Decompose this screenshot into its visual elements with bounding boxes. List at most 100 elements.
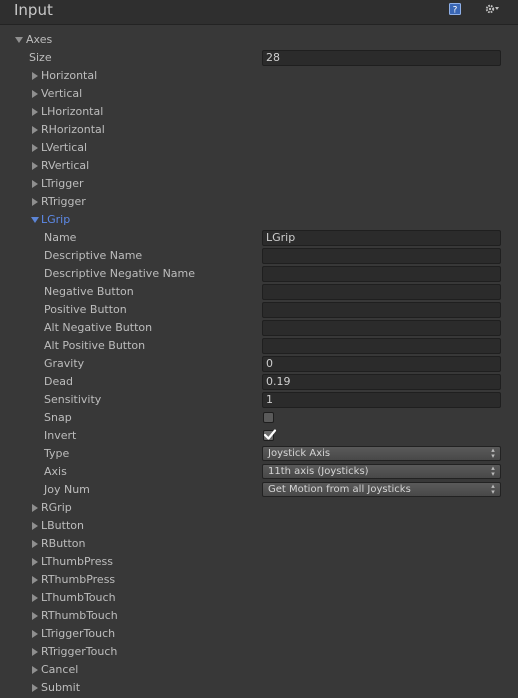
collapsed-arrow-icon xyxy=(32,108,38,116)
axis-item-rtriggertouch[interactable]: RTriggerTouch xyxy=(0,643,518,661)
type-dropdown[interactable]: Joystick Axis ▴ ▾ xyxy=(262,446,501,461)
joy-num-dropdown-value: Get Motion from all Joysticks xyxy=(268,484,411,495)
positive-button-row: Positive Button xyxy=(0,301,518,319)
snap-label: Snap xyxy=(44,411,72,424)
snap-row: Snap xyxy=(0,409,518,427)
axis-item-label: LHorizontal xyxy=(41,105,104,118)
axis-item-rthumbpress[interactable]: RThumbPress xyxy=(0,571,518,589)
window-title: Input xyxy=(14,1,53,19)
checkmark-icon xyxy=(263,429,277,440)
type-dropdown-value: Joystick Axis xyxy=(268,448,331,459)
positive-button-field[interactable] xyxy=(262,302,501,318)
type-label: Type xyxy=(44,447,70,460)
collapsed-arrow-icon xyxy=(32,540,38,548)
axis-item-ltrigger[interactable]: LTrigger xyxy=(0,175,518,193)
axis-item-label: RButton xyxy=(41,537,86,550)
invert-checkbox[interactable] xyxy=(263,429,277,441)
alt-negative-button-label: Alt Negative Button xyxy=(44,321,153,334)
collapsed-arrow-icon xyxy=(32,180,38,188)
axis-item-rtrigger[interactable]: RTrigger xyxy=(0,193,518,211)
axis-item-lvertical[interactable]: LVertical xyxy=(0,139,518,157)
axis-item-label: RVertical xyxy=(41,159,90,172)
collapsed-arrow-icon xyxy=(32,648,38,656)
axis-item-lthumbpress[interactable]: LThumbPress xyxy=(0,553,518,571)
axis-dropdown[interactable]: 11th axis (Joysticks) ▴ ▾ xyxy=(262,464,501,479)
size-row: Size 28 xyxy=(0,49,518,67)
type-row: Type Joystick Axis ▴ ▾ xyxy=(0,445,518,463)
alt-negative-button-row: Alt Negative Button xyxy=(0,319,518,337)
axis-item-lthumbtouch[interactable]: LThumbTouch xyxy=(0,589,518,607)
sensitivity-row: Sensitivity 1 xyxy=(0,391,518,409)
axis-label: Axis xyxy=(44,465,67,478)
axis-item-label: RThumbTouch xyxy=(41,609,118,622)
negative-button-label: Negative Button xyxy=(44,285,134,298)
name-field[interactable]: LGrip xyxy=(262,230,501,246)
name-label: Name xyxy=(44,231,77,244)
axis-item-lhorizontal[interactable]: LHorizontal xyxy=(0,103,518,121)
dead-row: Dead 0.19 xyxy=(0,373,518,391)
collapsed-arrow-icon xyxy=(32,198,38,206)
invert-label: Invert xyxy=(44,429,77,442)
axis-item-label: Vertical xyxy=(41,87,83,100)
collapsed-arrow-icon xyxy=(32,576,38,584)
axis-dropdown-value: 11th axis (Joysticks) xyxy=(268,466,369,477)
descriptive-negative-name-field[interactable] xyxy=(262,266,501,282)
axis-item-cancel[interactable]: Cancel xyxy=(0,661,518,679)
collapsed-arrow-icon xyxy=(32,522,38,530)
alt-negative-button-field[interactable] xyxy=(262,320,501,336)
name-row: Name LGrip xyxy=(0,229,518,247)
help-icon[interactable]: ? xyxy=(449,3,461,15)
axis-item-rvertical[interactable]: RVertical xyxy=(0,157,518,175)
collapsed-arrow-icon xyxy=(32,144,38,152)
negative-button-field[interactable] xyxy=(262,284,501,300)
axis-item-rhorizontal[interactable]: RHorizontal xyxy=(0,121,518,139)
axis-item-label: RTrigger xyxy=(41,195,86,208)
collapsed-arrow-icon xyxy=(32,630,38,638)
gravity-row: Gravity 0 xyxy=(0,355,518,373)
joy-num-dropdown[interactable]: Get Motion from all Joysticks ▴ ▾ xyxy=(262,482,501,497)
joy-num-label: Joy Num xyxy=(44,483,90,496)
axis-item-ltriggertouch[interactable]: LTriggerTouch xyxy=(0,625,518,643)
axis-item-lgrip[interactable]: LGrip xyxy=(0,211,518,229)
descriptive-name-row: Descriptive Name xyxy=(0,247,518,265)
collapsed-arrow-icon xyxy=(32,162,38,170)
axis-item-label: LThumbPress xyxy=(41,555,113,568)
joy-num-row: Joy Num Get Motion from all Joysticks ▴ ▾ xyxy=(0,481,518,499)
size-label: Size xyxy=(29,51,52,64)
dropdown-arrows-icon: ▴ ▾ xyxy=(491,482,495,496)
inspector-header: Input ? xyxy=(0,0,518,25)
axes-foldout[interactable]: Axes xyxy=(0,31,518,49)
axis-item-label: Horizontal xyxy=(41,69,98,82)
axis-item-lbutton[interactable]: LButton xyxy=(0,517,518,535)
axis-item-label: LTrigger xyxy=(41,177,84,190)
gravity-field[interactable]: 0 xyxy=(262,356,501,372)
axis-item-rbutton[interactable]: RButton xyxy=(0,535,518,553)
positive-button-label: Positive Button xyxy=(44,303,127,316)
axes-label: Axes xyxy=(26,33,53,46)
descriptive-name-label: Descriptive Name xyxy=(44,249,143,262)
axis-item-label: RTriggerTouch xyxy=(41,645,118,658)
axis-item-label: LGrip xyxy=(41,213,71,226)
size-field[interactable]: 28 xyxy=(262,50,501,66)
collapsed-arrow-icon xyxy=(32,504,38,512)
expand-arrow-icon xyxy=(15,37,23,43)
axis-item-vertical[interactable]: Vertical xyxy=(0,85,518,103)
axis-item-label: LTriggerTouch xyxy=(41,627,116,640)
collapsed-arrow-icon xyxy=(32,684,38,692)
dead-field[interactable]: 0.19 xyxy=(262,374,501,390)
sensitivity-field[interactable]: 1 xyxy=(262,392,501,408)
axis-item-rthumbtouch[interactable]: RThumbTouch xyxy=(0,607,518,625)
axis-item-rgrip[interactable]: RGrip xyxy=(0,499,518,517)
snap-checkbox[interactable] xyxy=(263,412,274,423)
settings-gear-icon[interactable] xyxy=(485,3,499,15)
axis-item-horizontal[interactable]: Horizontal xyxy=(0,67,518,85)
descriptive-name-field[interactable] xyxy=(262,248,501,264)
axis-item-label: LVertical xyxy=(41,141,88,154)
collapsed-arrow-icon xyxy=(32,558,38,566)
axis-item-submit[interactable]: Submit xyxy=(0,679,518,697)
dropdown-arrows-icon: ▴ ▾ xyxy=(491,446,495,460)
axis-item-label: LButton xyxy=(41,519,84,532)
alt-positive-button-field[interactable] xyxy=(262,338,501,354)
axis-item-label: RGrip xyxy=(41,501,72,514)
collapsed-arrow-icon xyxy=(32,594,38,602)
